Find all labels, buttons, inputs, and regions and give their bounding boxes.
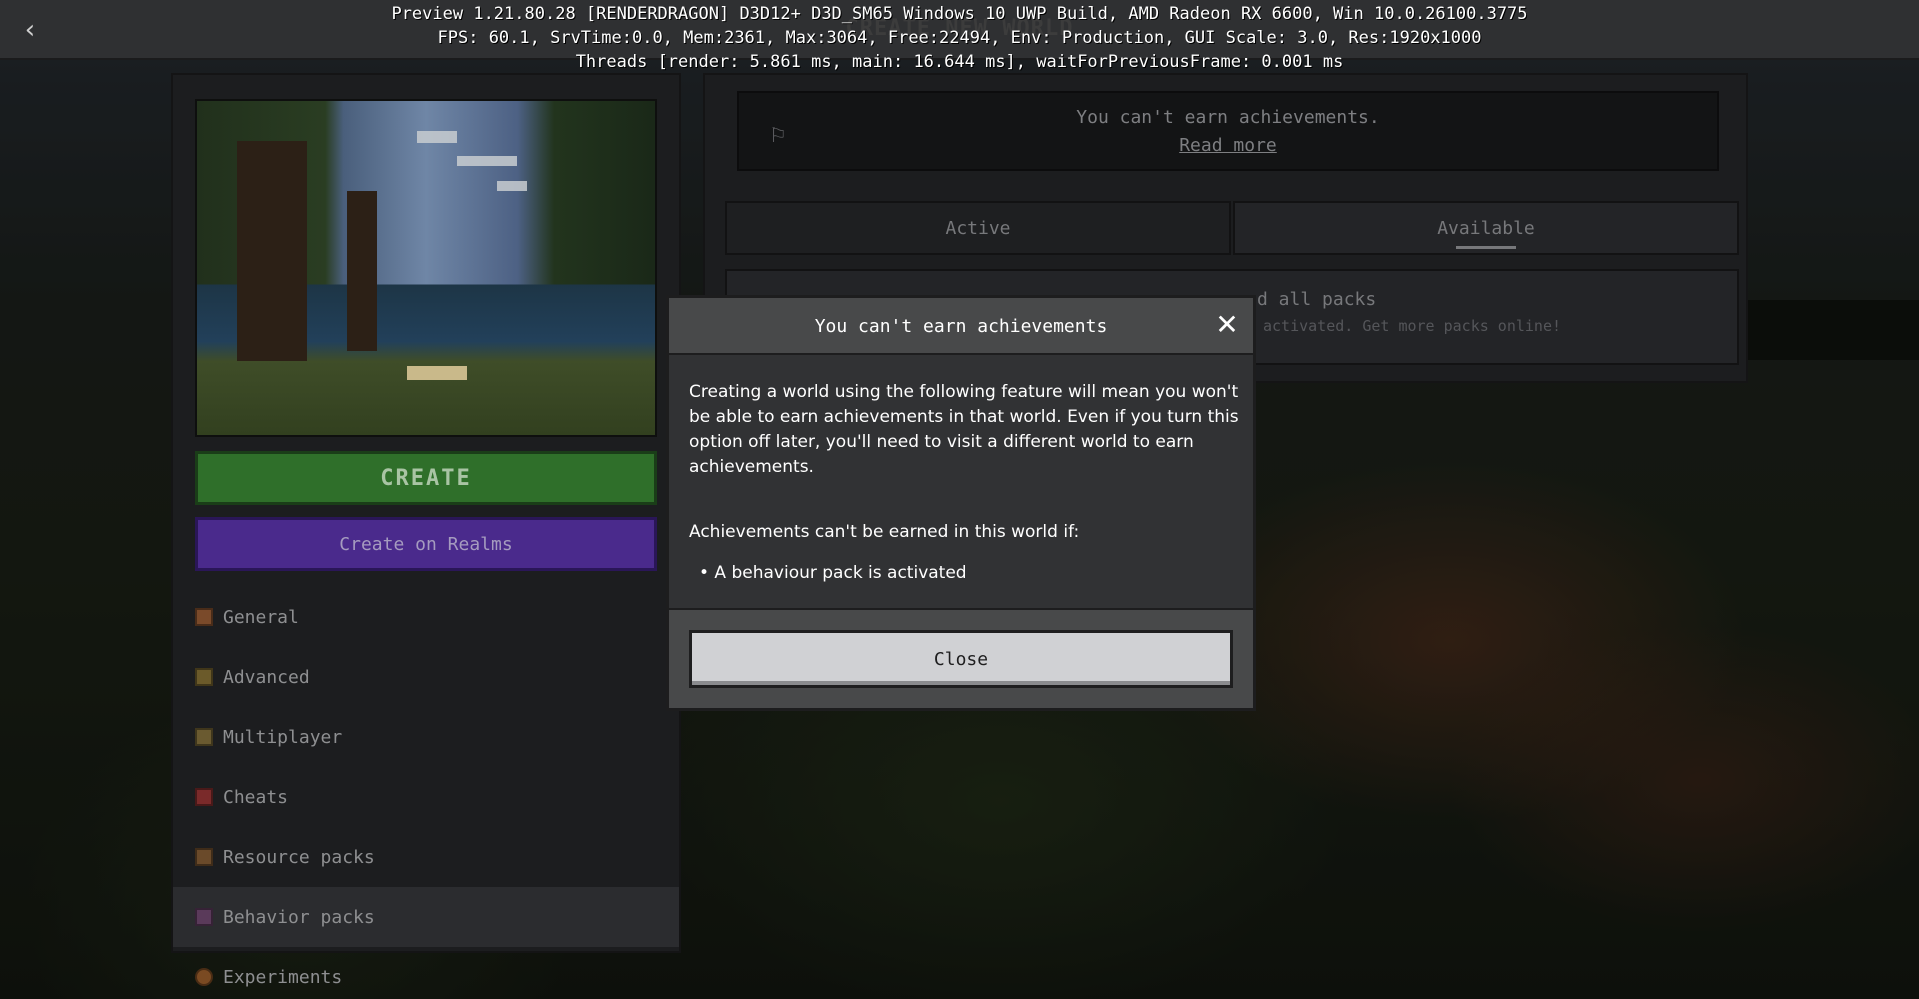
general-icon: [195, 608, 213, 626]
nav-item-label: Experiments: [223, 966, 343, 988]
modal-title: You can't earn achievements: [814, 316, 1108, 337]
top-bar: ‹ CREATE NEW WORLD Preview 1.21.80.28 [R…: [0, 0, 1919, 72]
modal-footer: Close: [669, 608, 1253, 708]
settings-nav: General Advanced Multiplayer Cheats Reso…: [173, 587, 679, 999]
tab-available-label: Available: [1437, 217, 1535, 239]
achievement-warning-banner: ⚐ You can't earn achievements. Read more: [737, 91, 1719, 171]
multiplayer-icon: [195, 728, 213, 746]
modal-paragraph: Achievements can't be earned in this wor…: [689, 522, 1080, 542]
modal-bullet: • A behaviour pack is activated: [699, 563, 967, 583]
advanced-icon: [195, 668, 213, 686]
achievement-warning-text: You can't earn achievements.: [1076, 107, 1380, 128]
tab-active[interactable]: Active: [725, 201, 1231, 255]
nav-item-label: General: [223, 606, 299, 628]
nav-item-cheats[interactable]: Cheats: [173, 767, 679, 827]
modal-paragraph: Creating a world using the following fea…: [689, 382, 1239, 477]
debug-line: Threads [render: 5.861 ms, main: 16.644 …: [575, 52, 1344, 72]
cheats-icon: [195, 788, 213, 806]
nav-item-experiments[interactable]: Experiments: [173, 947, 679, 999]
nav-item-advanced[interactable]: Advanced: [173, 647, 679, 707]
tab-available[interactable]: Available: [1233, 201, 1739, 255]
world-settings-panel: CREATE Create on Realms General Advanced…: [171, 73, 681, 988]
tab-underline: [1456, 246, 1516, 249]
nav-item-general[interactable]: General: [173, 587, 679, 647]
experiments-icon: [195, 968, 213, 986]
create-button[interactable]: CREATE: [195, 451, 657, 505]
packs-subtitle: activated. Get more packs online!: [1263, 317, 1562, 335]
resource-packs-icon: [195, 848, 213, 866]
close-button[interactable]: Close: [689, 630, 1233, 688]
create-on-realms-button[interactable]: Create on Realms: [195, 517, 657, 571]
world-preview-image: [195, 99, 657, 437]
debug-line: FPS: 60.1, SrvTime:0.0, Mem:2361, Max:30…: [437, 28, 1482, 48]
modal-body: Creating a world using the following fea…: [689, 380, 1239, 586]
read-more-link[interactable]: Read more: [739, 135, 1717, 156]
nav-item-label: Multiplayer: [223, 726, 343, 748]
nav-item-label: Behavior packs: [223, 906, 375, 928]
achievements-modal: You can't earn achievements ✕ Creating a…: [666, 295, 1256, 711]
debug-overlay: Preview 1.21.80.28 [RENDERDRAGON] D3D12+…: [0, 2, 1919, 74]
debug-line: Preview 1.21.80.28 [RENDERDRAGON] D3D12+…: [391, 4, 1528, 24]
nav-item-label: Resource packs: [223, 846, 375, 868]
nav-item-resource-packs[interactable]: Resource packs: [173, 827, 679, 887]
nav-item-label: Cheats: [223, 786, 289, 808]
close-icon[interactable]: ✕: [1213, 311, 1241, 340]
modal-header: You can't earn achievements ✕: [669, 298, 1253, 355]
nav-item-multiplayer[interactable]: Multiplayer: [173, 707, 679, 767]
packs-title: d all packs: [1257, 289, 1377, 310]
behavior-packs-icon: [195, 908, 213, 926]
nav-item-behavior-packs[interactable]: Behavior packs: [173, 887, 679, 947]
nav-item-label: Advanced: [223, 666, 310, 688]
background-ridge: [1720, 300, 1919, 360]
